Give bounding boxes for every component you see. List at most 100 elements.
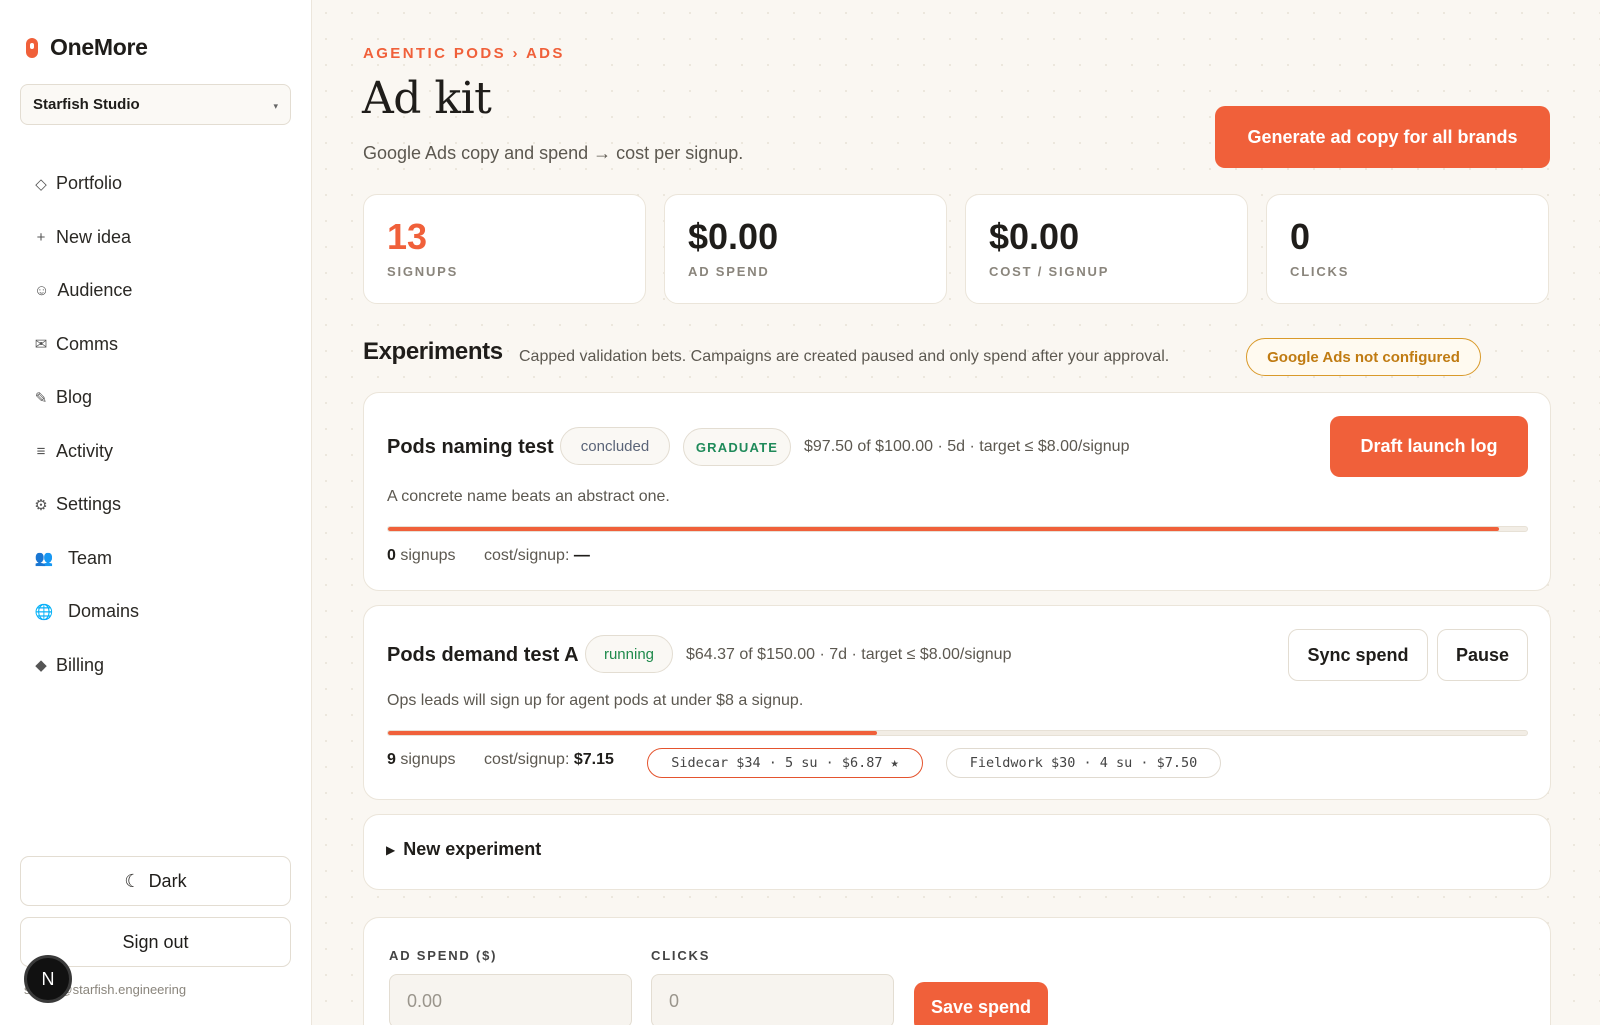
stat-value: $0.00 bbox=[989, 216, 1080, 257]
triangle-right-icon: ▶ bbox=[386, 842, 396, 857]
page-title: Ad kit bbox=[362, 73, 492, 124]
sidebar-item-label: Portfolio bbox=[56, 173, 123, 194]
stat-card-signups: 13 SIGNUPS bbox=[363, 194, 646, 304]
signups-count: 9 bbox=[387, 751, 396, 768]
pencil-icon: ✎ bbox=[34, 389, 48, 407]
ad-spend-input[interactable] bbox=[389, 974, 632, 1025]
sidebar-item-audience[interactable]: ☺ Audience bbox=[34, 264, 139, 318]
sidebar-item-portfolio[interactable]: ◇ Portfolio bbox=[34, 157, 139, 211]
sidebar-item-new-idea[interactable]: + New idea bbox=[34, 211, 139, 265]
main-content: AGENTIC PODS › ADS Ad kit Google Ads cop… bbox=[313, 0, 1600, 1025]
experiment-name: Pods demand test A bbox=[387, 644, 579, 666]
breadcrumb: AGENTIC PODS › ADS bbox=[363, 45, 565, 62]
sidebar: OneMore Starfish Studio ▾ ◇ Portfolio + … bbox=[0, 0, 312, 1025]
experiments-title: Experiments bbox=[363, 338, 503, 365]
sidebar-item-domains[interactable]: 🌐 Domains bbox=[34, 585, 139, 639]
experiment-card: Pods demand test A running $64.37 of $15… bbox=[363, 605, 1551, 800]
sidebar-item-activity[interactable]: ≡ Activity bbox=[34, 425, 139, 479]
chevron-down-icon: ▾ bbox=[273, 101, 278, 111]
stat-card-cost-per-signup: $0.00 COST / SIGNUP bbox=[965, 194, 1248, 304]
smiley-icon: ☺ bbox=[34, 282, 50, 300]
avatar[interactable]: N bbox=[24, 955, 72, 1003]
signups-label: signups bbox=[400, 751, 456, 768]
sidebar-item-label: Audience bbox=[57, 280, 133, 301]
experiment-name: Pods naming test bbox=[387, 436, 554, 458]
signups-count: 0 bbox=[387, 547, 396, 564]
experiment-signups: 9 signups bbox=[387, 751, 456, 769]
variant-chip-best: Sidecar $34 · 5 su · $6.87 ★ bbox=[647, 748, 923, 778]
clicks-input[interactable] bbox=[651, 974, 894, 1025]
experiment-meta: $64.37 of $150.00 · 7d · target ≤ $8.00/… bbox=[686, 646, 1012, 663]
sidebar-item-team[interactable]: 👥 Team bbox=[34, 532, 139, 586]
gear-icon: ⚙ bbox=[34, 496, 48, 514]
sidebar-item-label: Activity bbox=[56, 440, 114, 461]
sidebar-item-blog[interactable]: ✎ Blog bbox=[34, 371, 139, 425]
diamond-filled-icon: ◆ bbox=[35, 657, 47, 675]
budget-progress-fill bbox=[388, 527, 1499, 531]
experiment-cost: cost/signup: $7.15 bbox=[484, 751, 614, 769]
sidebar-item-label: Blog bbox=[56, 387, 93, 408]
ad-spend-label: AD SPEND ($) bbox=[389, 948, 498, 963]
app-name: OneMore bbox=[50, 34, 148, 60]
plus-icon: + bbox=[36, 228, 46, 246]
new-experiment-toggle[interactable]: ▶ New experiment bbox=[386, 839, 541, 860]
status-badge: running bbox=[585, 635, 673, 673]
google-ads-status-badge: Google Ads not configured bbox=[1246, 338, 1481, 376]
new-experiment-label: New experiment bbox=[403, 839, 542, 859]
page-subtitle: Google Ads copy and spend → cost per sig… bbox=[363, 143, 744, 163]
logo-icon bbox=[26, 37, 38, 58]
sync-spend-button[interactable]: Sync spend bbox=[1288, 629, 1428, 681]
budget-progress-bar bbox=[387, 730, 1528, 736]
experiment-cost: cost/signup: — bbox=[484, 547, 590, 565]
sidebar-item-label: Domains bbox=[68, 601, 140, 622]
cost-value: $7.15 bbox=[573, 751, 614, 768]
experiment-meta: $97.50 of $100.00 · 5d · target ≤ $8.00/… bbox=[804, 438, 1130, 455]
draft-launch-log-button[interactable]: Draft launch log bbox=[1330, 416, 1528, 477]
stat-value: 0 bbox=[1290, 216, 1311, 257]
experiment-hypothesis: A concrete name beats an abstract one. bbox=[387, 488, 670, 505]
sidebar-item-label: Billing bbox=[56, 654, 105, 675]
stat-card-ad-spend: $0.00 AD SPEND bbox=[664, 194, 947, 304]
globe-icon: 🌐 bbox=[34, 603, 54, 621]
sign-out-label: Sign out bbox=[122, 931, 189, 952]
people-icon: 👥 bbox=[34, 550, 54, 568]
experiment-card: Pods naming test concluded GRADUATE $97.… bbox=[363, 392, 1551, 591]
sidebar-item-comms[interactable]: ✉ Comms bbox=[34, 318, 139, 372]
cost-label: cost/signup: bbox=[484, 751, 570, 768]
app-logo[interactable]: OneMore bbox=[26, 34, 148, 61]
experiment-signups: 0 signups bbox=[387, 547, 456, 565]
stat-label: AD SPEND bbox=[688, 264, 770, 279]
signups-label: signups bbox=[400, 547, 456, 564]
sidebar-item-label: Comms bbox=[56, 333, 118, 354]
workspace-name: Starfish Studio bbox=[33, 96, 140, 113]
stat-value: 13 bbox=[387, 216, 428, 257]
diamond-outline-icon: ◇ bbox=[35, 175, 47, 193]
experiment-hypothesis: Ops leads will sign up for agent pods at… bbox=[387, 692, 804, 709]
generate-ad-copy-button[interactable]: Generate ad copy for all brands bbox=[1215, 106, 1550, 168]
cost-value: — bbox=[573, 547, 590, 564]
envelope-icon: ✉ bbox=[34, 336, 48, 354]
save-spend-button[interactable]: Save spend bbox=[914, 982, 1048, 1025]
moon-icon: ☾ bbox=[124, 870, 141, 891]
list-icon: ≡ bbox=[36, 442, 46, 460]
sidebar-item-billing[interactable]: ◆ Billing bbox=[34, 639, 139, 693]
pause-button[interactable]: Pause bbox=[1437, 629, 1528, 681]
sidebar-item-label: Settings bbox=[56, 494, 122, 515]
verdict-badge: GRADUATE bbox=[683, 428, 791, 466]
status-badge: concluded bbox=[560, 427, 670, 465]
spend-form-card: AD SPEND ($) CLICKS Save spend bbox=[363, 917, 1551, 1025]
dark-mode-label: Dark bbox=[148, 870, 187, 891]
budget-progress-fill bbox=[388, 731, 877, 735]
experiments-description: Capped validation bets. Campaigns are cr… bbox=[519, 348, 1170, 365]
dark-mode-button[interactable]: ☾ Dark bbox=[20, 856, 291, 906]
stat-label: CLICKS bbox=[1290, 264, 1350, 279]
budget-progress-bar bbox=[387, 526, 1528, 532]
clicks-label: CLICKS bbox=[651, 948, 711, 963]
stat-value: $0.00 bbox=[688, 216, 779, 257]
new-experiment-card: ▶ New experiment bbox=[363, 814, 1551, 890]
variant-chip: Fieldwork $30 · 4 su · $7.50 bbox=[946, 748, 1221, 778]
workspace-select[interactable]: Starfish Studio ▾ bbox=[20, 84, 291, 125]
sidebar-nav: ◇ Portfolio + New idea ☺ Audience ✉ Comm… bbox=[34, 157, 139, 692]
sidebar-item-settings[interactable]: ⚙ Settings bbox=[34, 478, 139, 532]
cost-label: cost/signup: bbox=[484, 547, 570, 564]
